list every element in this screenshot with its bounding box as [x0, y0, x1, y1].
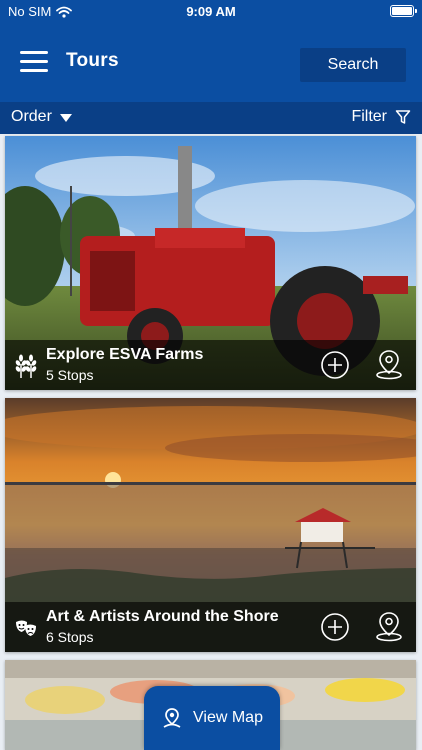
- search-button[interactable]: Search: [300, 48, 406, 82]
- funnel-icon: [395, 110, 411, 124]
- page-title: Tours: [66, 50, 119, 71]
- caret-down-icon: [59, 114, 72, 122]
- map-pin-icon[interactable]: [374, 610, 404, 642]
- tour-list[interactable]: Explore ESVA Farms 5 Stops Art & Artists…: [0, 134, 422, 750]
- filter-button[interactable]: Filter: [351, 108, 411, 126]
- view-map-label: View Map: [193, 709, 263, 726]
- menu-icon[interactable]: [20, 49, 50, 73]
- map-pin-icon[interactable]: [374, 348, 404, 380]
- location-person-icon: [163, 708, 181, 728]
- sort-filter-bar: Order Filter: [0, 102, 422, 134]
- tour-card-footer: Art & Artists Around the Shore 6 Stops: [5, 602, 416, 652]
- tour-card[interactable]: Art & Artists Around the Shore 6 Stops: [5, 398, 416, 652]
- tour-name: Explore ESVA Farms: [46, 346, 204, 363]
- clock: 9:09 AM: [186, 4, 236, 19]
- wheat-icon: [15, 354, 37, 378]
- tour-stops: 5 Stops: [46, 367, 94, 383]
- tour-card[interactable]: Explore ESVA Farms 5 Stops: [5, 136, 416, 390]
- view-map-button[interactable]: View Map: [144, 686, 280, 750]
- filter-label: Filter: [351, 108, 387, 125]
- nav-bar: Tours Search: [0, 24, 422, 102]
- add-circle-icon[interactable]: [320, 350, 350, 380]
- theater-masks-icon: [16, 620, 36, 636]
- status-bar: No SIM 9:09 AM: [0, 0, 422, 24]
- battery-icon: [390, 5, 417, 17]
- tour-name: Art & Artists Around the Shore: [46, 608, 279, 625]
- tour-stops: 6 Stops: [46, 629, 94, 645]
- tour-card-footer: Explore ESVA Farms 5 Stops: [5, 340, 416, 390]
- add-circle-icon[interactable]: [320, 612, 350, 642]
- order-label: Order: [11, 108, 52, 125]
- order-dropdown[interactable]: Order: [11, 108, 72, 126]
